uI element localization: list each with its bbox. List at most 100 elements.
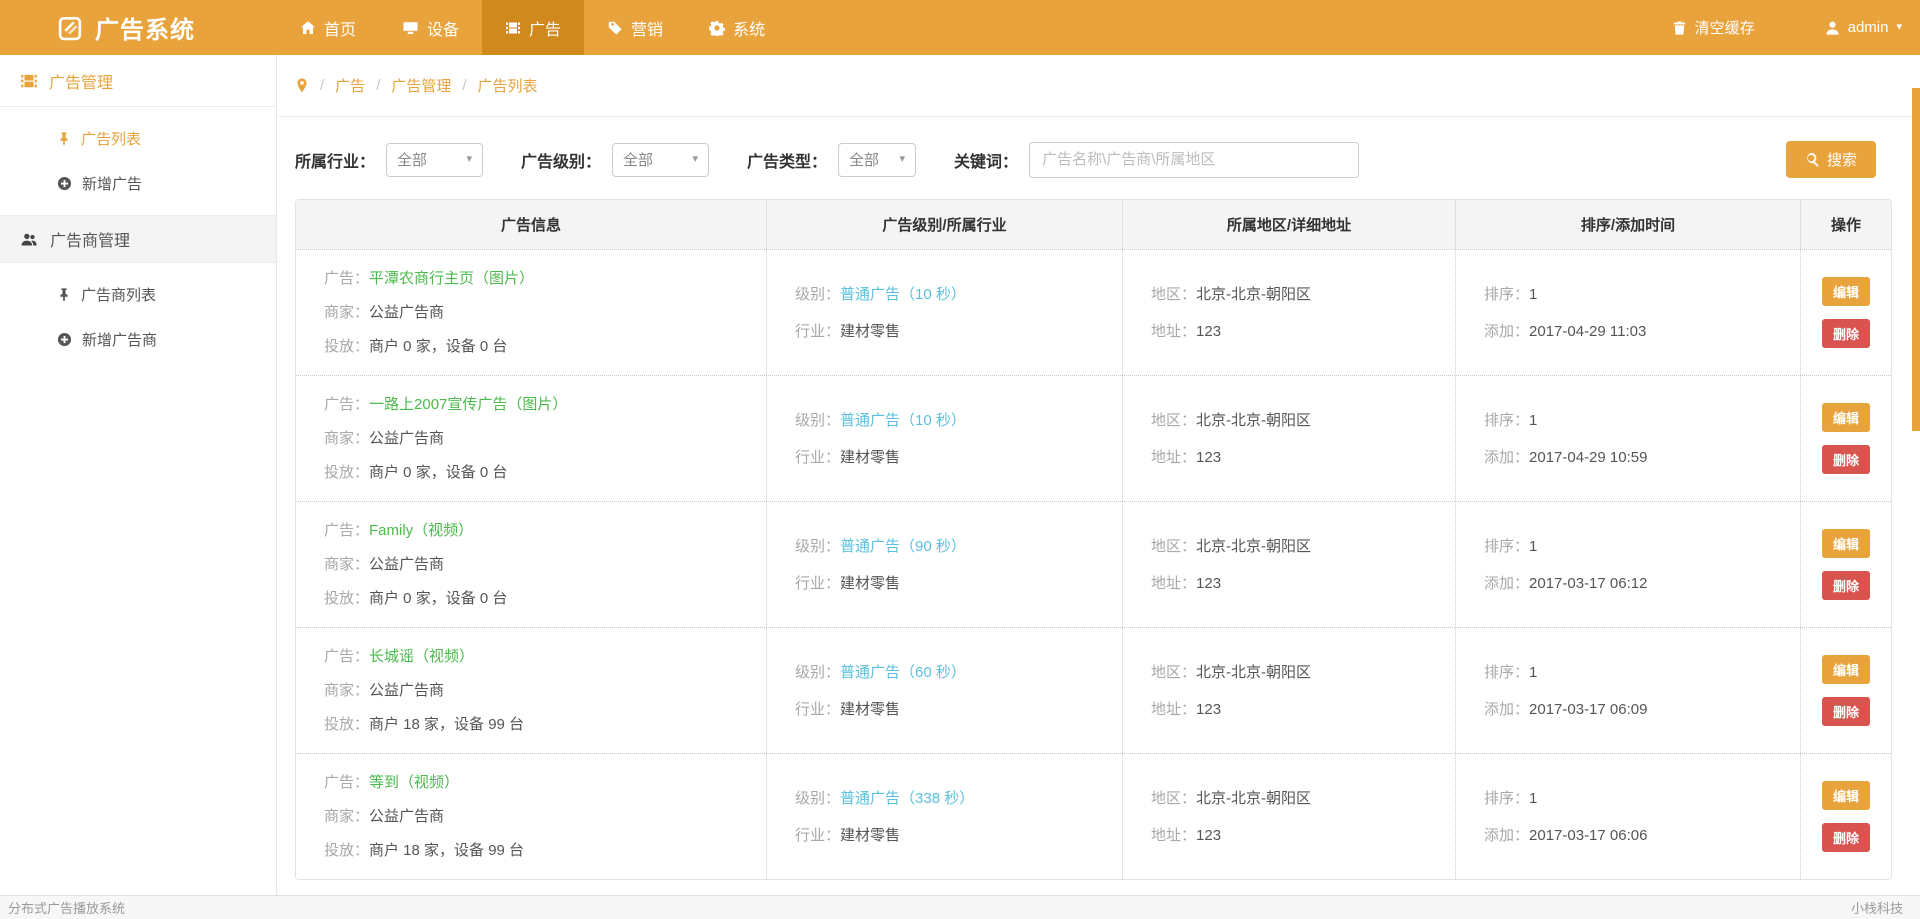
monitor-icon <box>402 20 419 36</box>
breadcrumb-link-ads[interactable]: 广告 <box>335 75 365 96</box>
sort-value: 1 <box>1529 286 1537 303</box>
deploy-label: 投放： <box>324 590 369 607</box>
nav-item-system[interactable]: 系统 <box>686 0 788 55</box>
sort-time-cell: 排序：1 添加：2017-03-17 06:09 <box>1455 628 1800 753</box>
ad-name-link[interactable]: 等到（视频） <box>369 774 459 791</box>
level-link[interactable]: 普通广告（60 秒） <box>840 664 966 681</box>
level-label: 级别： <box>795 538 840 555</box>
merchant-value: 公益广告商 <box>369 304 444 321</box>
clear-cache-button[interactable]: 清空缓存 <box>1672 17 1755 38</box>
app-logo[interactable]: 广告系统 <box>0 0 277 55</box>
level-link[interactable]: 普通广告（338 秒） <box>840 790 974 807</box>
region-address-cell: 地区：北京-北京-朝阳区 地址：123 <box>1122 502 1455 627</box>
sort-time-cell: 排序：1 添加：2017-03-17 06:12 <box>1455 502 1800 627</box>
region-address-cell: 地区：北京-北京-朝阳区 地址：123 <box>1122 376 1455 501</box>
level-select[interactable]: 全部 ▾ <box>612 143 709 177</box>
type-select[interactable]: 全部 ▾ <box>838 143 916 177</box>
industry-value: 建材零售 <box>840 827 900 844</box>
industry-value: 建材零售 <box>840 449 900 466</box>
keyword-filter-label: 关键词： <box>954 148 1018 172</box>
region-value: 北京-北京-朝阳区 <box>1196 286 1311 303</box>
scrollbar-thumb[interactable] <box>1912 88 1920 431</box>
ad-label: 广告： <box>324 522 369 539</box>
delete-button[interactable]: 删除 <box>1822 319 1870 348</box>
ad-label: 广告： <box>324 270 369 287</box>
ad-name-link[interactable]: 长城谣（视频） <box>369 648 474 665</box>
nav-item-label: 系统 <box>733 16 765 40</box>
main-menu: 首页 设备 广告 营销 系统 <box>277 0 788 55</box>
ad-label: 广告： <box>324 774 369 791</box>
region-label: 地区： <box>1151 538 1196 555</box>
nav-item-marketing[interactable]: 营销 <box>584 0 686 55</box>
actions-cell: 编辑 删除 <box>1800 502 1891 627</box>
sidebar-item-add-advertiser[interactable]: 新增广告商 <box>0 317 276 362</box>
edit-button[interactable]: 编辑 <box>1822 277 1870 306</box>
search-button[interactable]: 搜索 <box>1786 141 1876 178</box>
deploy-value: 商户 18 家，设备 99 台 <box>369 842 524 859</box>
edit-button[interactable]: 编辑 <box>1822 781 1870 810</box>
level-filter-label: 广告级别： <box>521 148 601 172</box>
edit-button[interactable]: 编辑 <box>1822 655 1870 684</box>
film-icon <box>505 20 521 36</box>
film-icon <box>20 72 38 90</box>
sidebar-items-advertisers: 广告商列表 新增广告商 <box>0 263 276 371</box>
region-value: 北京-北京-朝阳区 <box>1196 664 1311 681</box>
industry-select[interactable]: 全部 ▾ <box>386 143 483 177</box>
keyword-input[interactable] <box>1029 142 1359 178</box>
region-label: 地区： <box>1151 664 1196 681</box>
delete-button[interactable]: 删除 <box>1822 823 1870 852</box>
home-icon <box>300 20 316 36</box>
column-header-level-industry: 广告级别/所属行业 <box>766 200 1122 249</box>
added-label: 添加： <box>1484 701 1529 718</box>
edit-button[interactable]: 编辑 <box>1822 403 1870 432</box>
added-value: 2017-04-29 11:03 <box>1529 323 1646 340</box>
delete-button[interactable]: 删除 <box>1822 571 1870 600</box>
sort-label: 排序： <box>1484 790 1529 807</box>
added-value: 2017-03-17 06:12 <box>1529 575 1647 592</box>
footer: 分布式广告播放系统 小栈科技 <box>0 895 1920 919</box>
level-link[interactable]: 普通广告（10 秒） <box>840 286 966 303</box>
username-label: admin <box>1848 19 1889 36</box>
ad-name-link[interactable]: 一路上2007宣传广告（图片） <box>369 396 567 413</box>
region-value: 北京-北京-朝阳区 <box>1196 538 1311 555</box>
nav-item-home[interactable]: 首页 <box>277 0 379 55</box>
level-industry-cell: 级别：普通广告（338 秒） 行业：建材零售 <box>766 754 1122 879</box>
region-address-cell: 地区：北京-北京-朝阳区 地址：123 <box>1122 754 1455 879</box>
breadcrumb-link-ad-list[interactable]: 广告列表 <box>478 75 538 96</box>
ad-info-cell: 广告：等到（视频） 商家：公益广告商 投放：商户 18 家，设备 99 台 <box>296 754 766 879</box>
sidebar-item-ad-list[interactable]: 广告列表 <box>0 116 276 161</box>
sidebar-item-label: 新增广告商 <box>82 329 157 350</box>
deploy-label: 投放： <box>324 464 369 481</box>
nav-item-ads[interactable]: 广告 <box>482 0 584 55</box>
region-value: 北京-北京-朝阳区 <box>1196 790 1311 807</box>
nav-item-label: 营销 <box>631 16 663 40</box>
sidebar-section-ad-management[interactable]: 广告管理 <box>0 55 276 107</box>
sort-value: 1 <box>1529 412 1537 429</box>
user-menu[interactable]: admin ▾ <box>1825 19 1902 36</box>
sort-label: 排序： <box>1484 664 1529 681</box>
edit-button[interactable]: 编辑 <box>1822 529 1870 558</box>
delete-button[interactable]: 删除 <box>1822 445 1870 474</box>
level-link[interactable]: 普通广告（90 秒） <box>840 538 966 555</box>
nav-item-devices[interactable]: 设备 <box>379 0 482 55</box>
delete-button[interactable]: 删除 <box>1822 697 1870 726</box>
type-select-value: 全部 <box>849 149 879 170</box>
actions-cell: 编辑 删除 <box>1800 250 1891 375</box>
sidebar-item-advertiser-list[interactable]: 广告商列表 <box>0 272 276 317</box>
sidebar-section-advertiser-management[interactable]: 广告商管理 <box>0 215 276 263</box>
deploy-value: 商户 18 家，设备 99 台 <box>369 716 524 733</box>
level-link[interactable]: 普通广告（10 秒） <box>840 412 966 429</box>
ad-name-link[interactable]: Family（视频） <box>369 522 473 539</box>
ad-info-cell: 广告：平潭农商行主页（图片） 商家：公益广告商 投放：商户 0 家，设备 0 台 <box>296 250 766 375</box>
address-value: 123 <box>1196 449 1221 466</box>
merchant-value: 公益广告商 <box>369 808 444 825</box>
breadcrumb-link-ad-management[interactable]: 广告管理 <box>391 75 451 96</box>
table-row: 广告：Family（视频） 商家：公益广告商 投放：商户 0 家，设备 0 台 … <box>296 501 1891 627</box>
region-value: 北京-北京-朝阳区 <box>1196 412 1311 429</box>
ad-name-link[interactable]: 平潭农商行主页（图片） <box>369 270 534 287</box>
level-industry-cell: 级别：普通广告（60 秒） 行业：建材零售 <box>766 628 1122 753</box>
address-label: 地址： <box>1151 701 1196 718</box>
added-value: 2017-04-29 10:59 <box>1529 449 1647 466</box>
sidebar-item-add-ad[interactable]: 新增广告 <box>0 161 276 206</box>
navbar-right: 清空缓存 admin ▾ <box>1672 0 1920 55</box>
